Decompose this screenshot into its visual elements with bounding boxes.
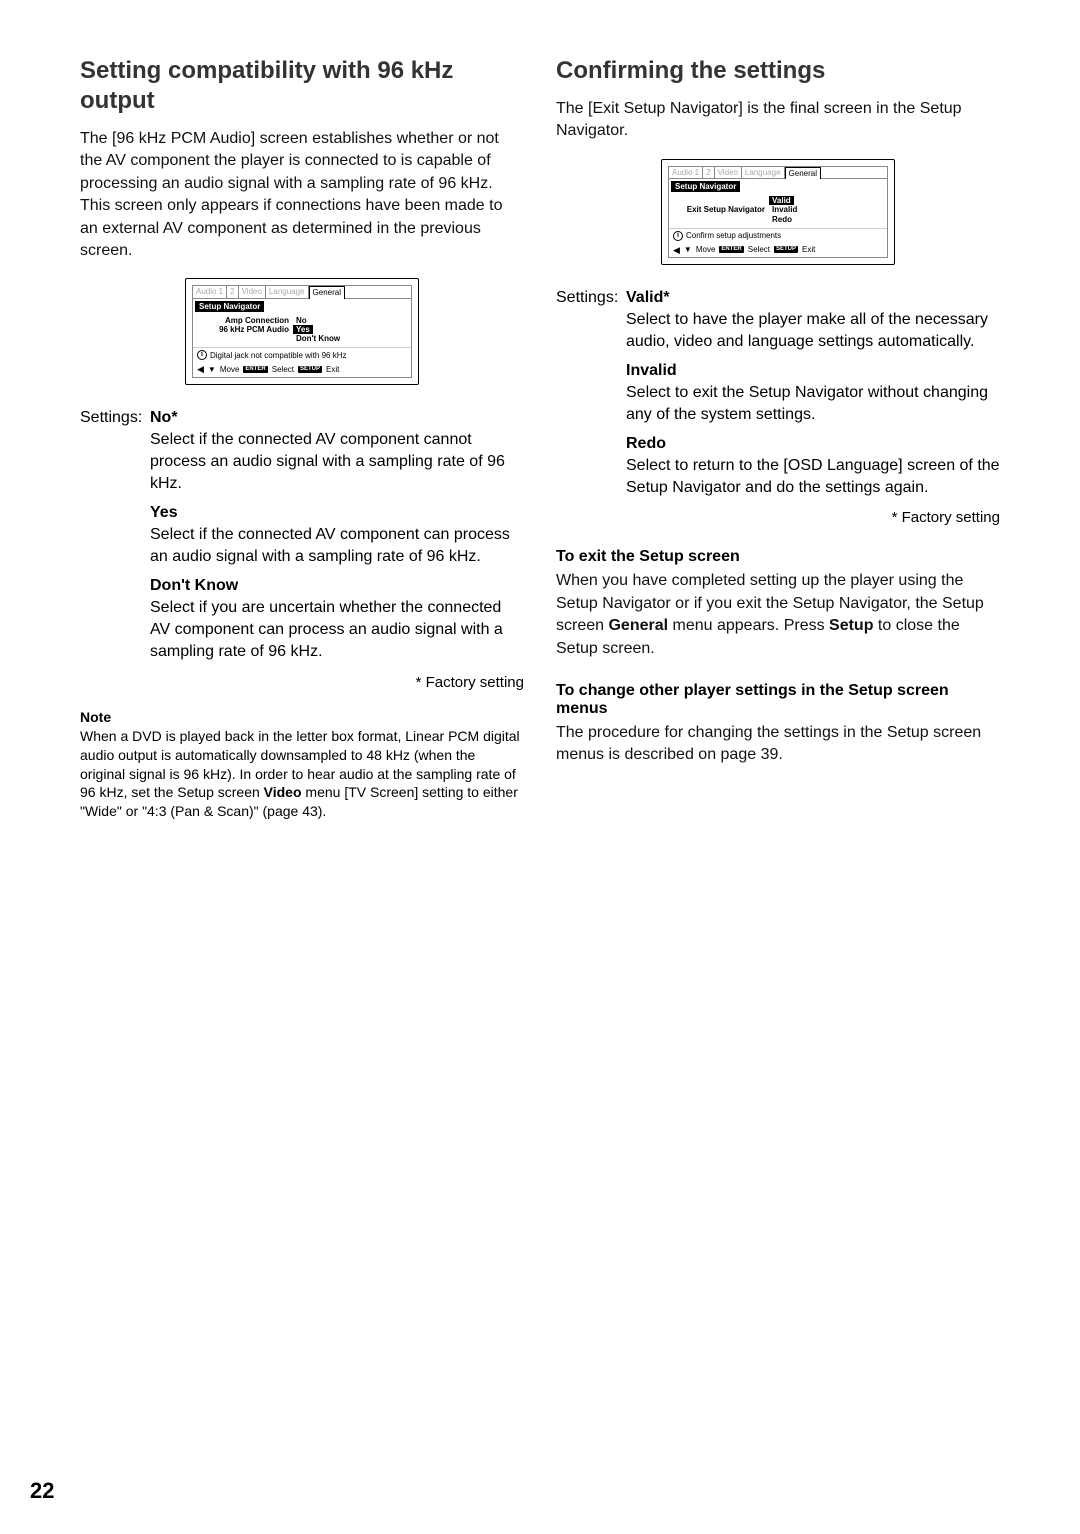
left-column: Setting compatibility with 96 kHz output… — [80, 56, 524, 821]
option-dontknow: Don't Know — [150, 577, 524, 595]
option-valid-desc: Select to have the player make all of th… — [626, 309, 1000, 354]
option-invalid-desc: Select to exit the Setup Navigator witho… — [626, 382, 1000, 427]
sub-body-change: The procedure for changing the settings … — [556, 722, 1000, 767]
osd-title-bar: Setup Navigator — [195, 301, 264, 312]
settings-list-left: Settings: No* Select if the connected AV… — [80, 409, 524, 691]
down-arrow-icon: ▼ — [208, 365, 216, 374]
option-no: No* — [150, 409, 524, 427]
intro-left: The [96 kHz PCM Audio] screen establishe… — [80, 128, 524, 262]
osd-screenshot-right: Audio 1 2 Video Language General Setup N… — [556, 159, 1000, 265]
osd-tabs: Audio 1 2 Video Language General — [669, 167, 887, 179]
left-arrow-icon: ◀ — [197, 364, 204, 374]
option-yes: Yes — [150, 504, 524, 522]
sub-heading-change: To change other player settings in the S… — [556, 682, 1000, 718]
option-redo-desc: Select to return to the [OSD Language] s… — [626, 455, 1000, 500]
option-dontknow-desc: Select if you are uncertain whether the … — [150, 597, 524, 664]
heading-left: Setting compatibility with 96 kHz output — [80, 56, 524, 116]
factory-setting-note: * Factory setting — [80, 674, 524, 691]
page-number: 22 — [30, 1478, 54, 1504]
settings-label: Settings: — [556, 289, 626, 307]
heading-right: Confirming the settings — [556, 56, 1000, 86]
option-no-desc: Select if the connected AV component can… — [150, 429, 524, 496]
osd-screenshot-left: Audio 1 2 Video Language General Setup N… — [80, 278, 524, 384]
sub-body-exit: When you have completed setting up the p… — [556, 570, 1000, 660]
settings-label: Settings: — [80, 409, 150, 427]
option-valid: Valid* — [626, 289, 1000, 307]
option-invalid: Invalid — [626, 362, 1000, 380]
settings-list-right: Settings: Valid* Select to have the play… — [556, 289, 1000, 526]
option-redo: Redo — [626, 435, 1000, 453]
option-yes-desc: Select if the connected AV component can… — [150, 524, 524, 569]
factory-setting-note: * Factory setting — [556, 509, 1000, 526]
osd-tabs: Audio 1 2 Video Language General — [193, 286, 411, 298]
sub-heading-exit: To exit the Setup screen — [556, 548, 1000, 566]
osd-title-bar: Setup Navigator — [671, 181, 740, 192]
note-body: When a DVD is played back in the letter … — [80, 727, 524, 821]
down-arrow-icon: ▼ — [684, 245, 692, 254]
info-icon: i — [197, 350, 207, 360]
left-arrow-icon: ◀ — [673, 245, 680, 255]
intro-right: The [Exit Setup Navigator] is the final … — [556, 98, 1000, 143]
note-heading: Note — [80, 709, 524, 725]
right-column: Confirming the settings The [Exit Setup … — [556, 56, 1000, 821]
info-icon: i — [673, 231, 683, 241]
